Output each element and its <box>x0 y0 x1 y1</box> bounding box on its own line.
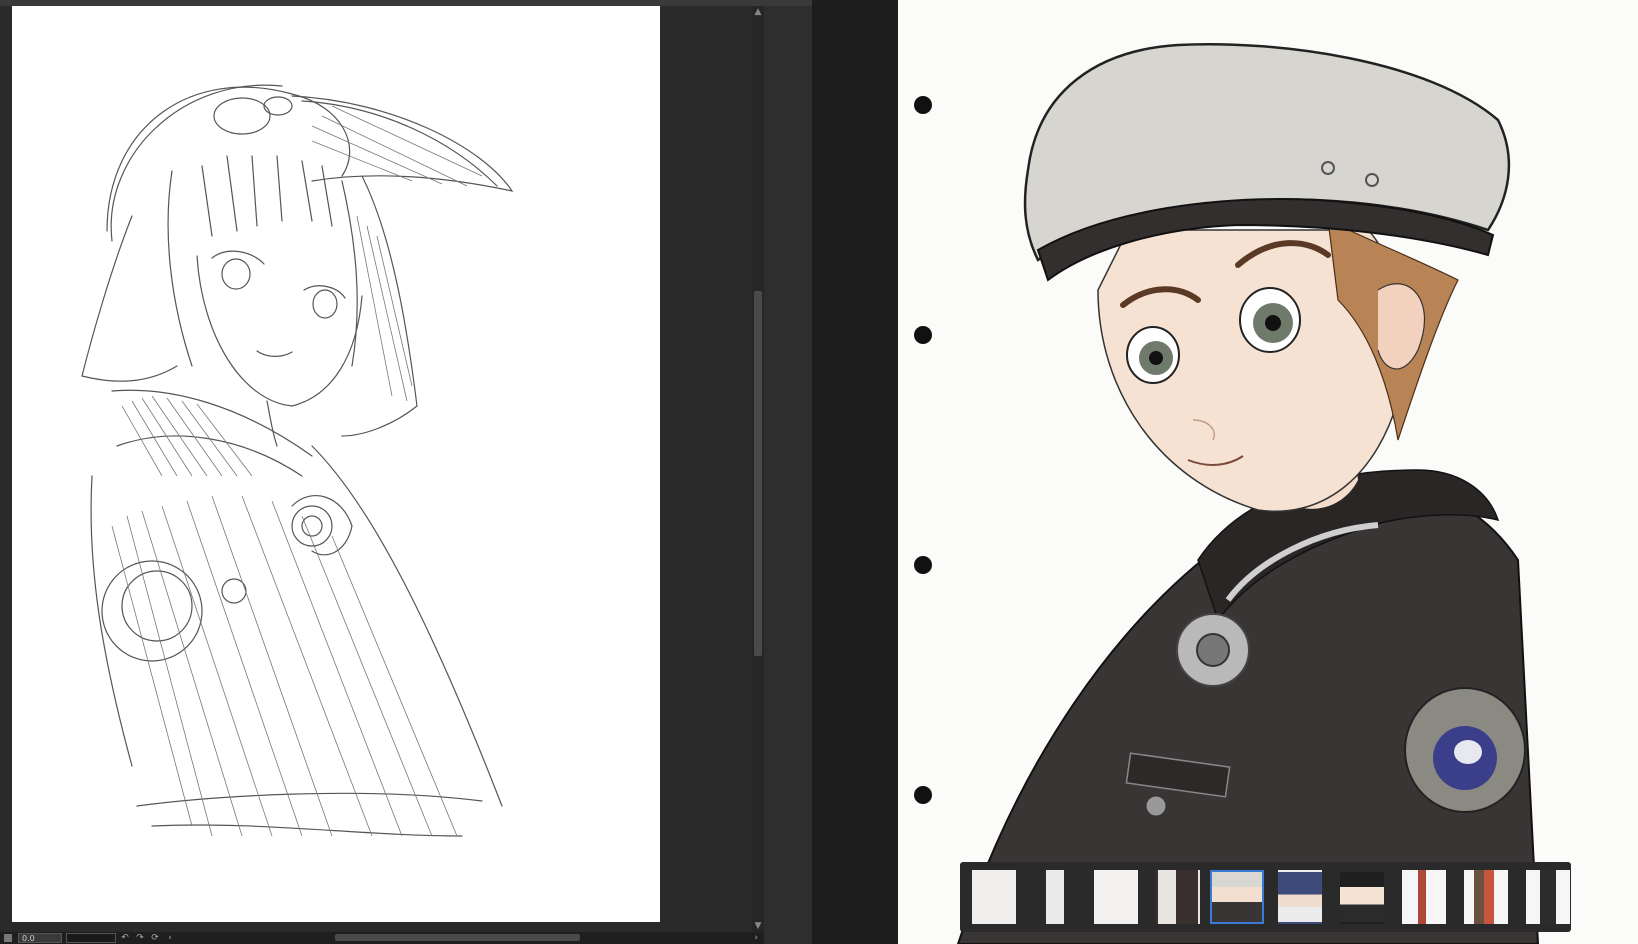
undo-icon[interactable]: ↶ <box>119 933 131 943</box>
scroll-left-icon[interactable]: ‹ <box>164 933 176 943</box>
thumbnail-item[interactable] <box>1526 870 1570 924</box>
vertical-scrollbar[interactable]: ▲ ▼ <box>752 6 764 932</box>
reference-illustration <box>956 43 1540 944</box>
thumbnail-item[interactable] <box>1340 870 1384 924</box>
scroll-right-icon[interactable]: › <box>754 932 758 944</box>
redo-icon[interactable]: ↷ <box>134 933 146 943</box>
drawing-app-pane: ▲ ▼ 0.0 ↶ ↷ ⟳ ‹ › <box>0 0 812 944</box>
thumbnail-item[interactable] <box>972 870 1016 924</box>
vertical-scroll-thumb[interactable] <box>754 291 762 656</box>
rotate-icon[interactable]: ⟳ <box>149 933 161 943</box>
thumbnail-item[interactable] <box>1278 870 1322 924</box>
horizontal-scroll-thumb[interactable] <box>335 934 580 941</box>
scroll-down-icon[interactable]: ▼ <box>752 920 764 932</box>
reference-image-viewer[interactable] <box>898 0 1638 944</box>
status-bar: 0.0 ↶ ↷ ⟳ ‹ › <box>0 932 764 944</box>
thumbnail-filmstrip[interactable] <box>960 862 1571 932</box>
viewer-border <box>812 0 898 944</box>
thumbnail-item-selected[interactable] <box>1210 870 1264 924</box>
navigator-icon[interactable] <box>4 934 12 942</box>
canvas-area[interactable] <box>0 6 752 932</box>
thumbnail-item[interactable] <box>1046 870 1064 924</box>
canvas-paper[interactable] <box>12 6 660 922</box>
thumbnail-item[interactable] <box>1464 870 1508 924</box>
panel-gutter <box>764 6 812 944</box>
sketch-drawing <box>81 84 514 837</box>
thumbnail-item[interactable] <box>1156 870 1200 924</box>
rotation-input[interactable] <box>66 933 116 943</box>
scroll-up-icon[interactable]: ▲ <box>752 6 764 18</box>
thumbnail-item[interactable] <box>1094 870 1138 924</box>
zoom-input[interactable]: 0.0 <box>18 933 62 943</box>
thumbnail-item[interactable] <box>1402 870 1446 924</box>
